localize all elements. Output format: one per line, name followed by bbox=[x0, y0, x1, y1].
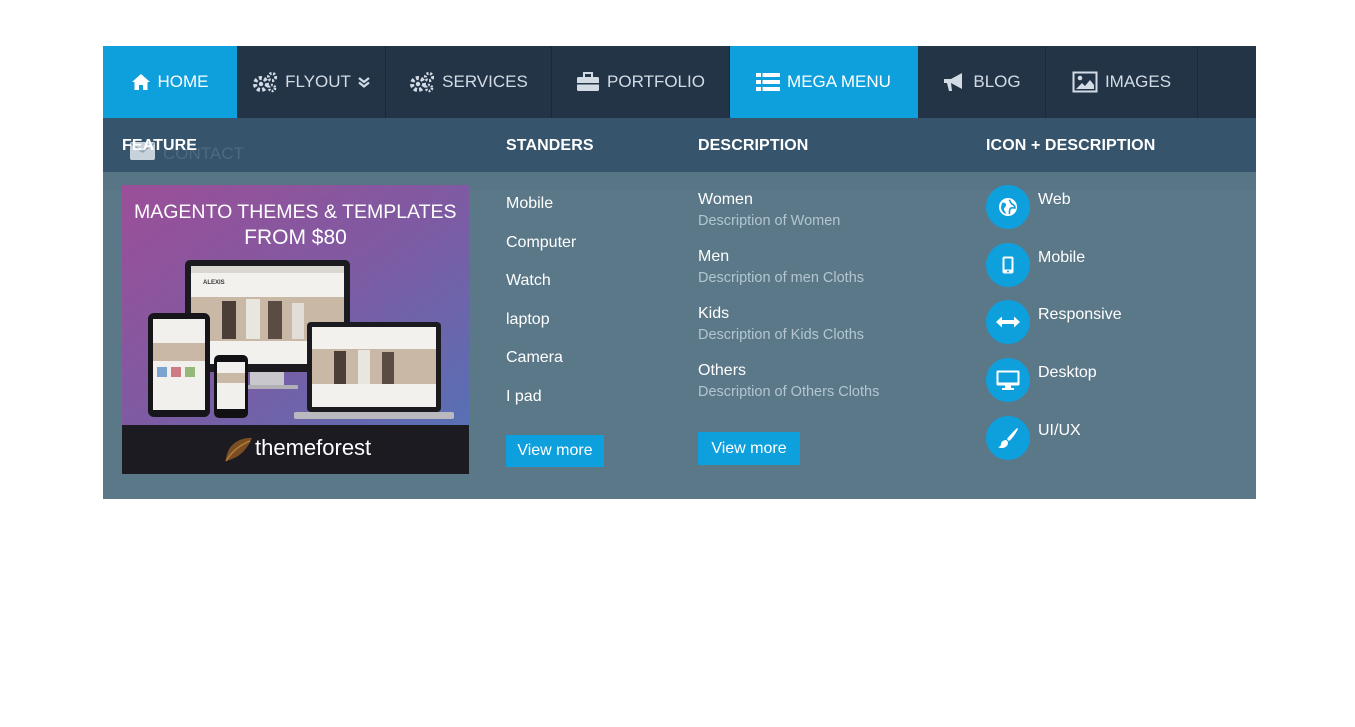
description-text: Description of Kids Cloths bbox=[698, 327, 865, 343]
list-icon bbox=[756, 73, 781, 91]
nav-label-images: IMAGES bbox=[1104, 72, 1172, 91]
standers-link-ipad[interactable]: I pad bbox=[506, 387, 576, 426]
nav-item-services[interactable]: SERVICES bbox=[386, 46, 552, 118]
icon-item-label: UI/UX bbox=[1038, 421, 1081, 439]
globe-icon bbox=[986, 185, 1030, 229]
standers-link-laptop[interactable]: laptop bbox=[506, 310, 576, 349]
icon-item-uiux[interactable]: UI/UX bbox=[986, 415, 1206, 474]
nav-label-mega-menu: MEGA MENU bbox=[787, 72, 891, 91]
banner-line1: MAGENTO THEMES & TEMPLATES bbox=[134, 201, 457, 223]
icon-description-list: Web Mobile Responsive Desktop UI/UX bbox=[986, 185, 1206, 473]
description-title: Others bbox=[698, 362, 747, 379]
standers-list: Mobile Computer Watch laptop Camera I pa… bbox=[506, 194, 576, 426]
banner-brand: themeforest bbox=[255, 435, 371, 460]
column-title-feature: FEATURE bbox=[122, 137, 198, 154]
description-text: Description of men Cloths bbox=[698, 270, 865, 286]
nav-item-blog[interactable]: BLOG bbox=[918, 46, 1046, 118]
description-title: Men bbox=[698, 248, 730, 265]
banner-line2: FROM $80 bbox=[244, 226, 347, 249]
desktop-icon bbox=[986, 358, 1030, 403]
banner-screen-brand: ALEXIS bbox=[203, 280, 225, 286]
double-chevron-down-icon bbox=[358, 76, 370, 88]
mobile-icon bbox=[986, 242, 1030, 287]
standers-link-camera[interactable]: Camera bbox=[506, 348, 576, 387]
nav-item-flyout[interactable]: FLYOUT bbox=[237, 46, 386, 118]
nav-label-portfolio: PORTFOLIO bbox=[607, 72, 705, 91]
bullhorn-icon bbox=[942, 71, 966, 93]
description-item-others[interactable]: Others Description of Others Cloths bbox=[698, 361, 879, 418]
icon-item-label: Web bbox=[1038, 191, 1071, 208]
standers-view-more-button[interactable]: View more bbox=[506, 435, 604, 467]
home-icon bbox=[131, 73, 151, 91]
gears-icon bbox=[409, 71, 435, 93]
standers-link-mobile[interactable]: Mobile bbox=[506, 194, 576, 233]
gears-icon bbox=[252, 71, 278, 93]
icon-item-web[interactable]: Web bbox=[986, 185, 1206, 243]
description-text: Description of Others Cloths bbox=[698, 384, 880, 400]
description-view-more-button[interactable]: View more bbox=[698, 432, 800, 465]
nav-label-services: SERVICES bbox=[442, 72, 528, 91]
icon-item-responsive[interactable]: Responsive bbox=[986, 300, 1206, 358]
column-title-description: DESCRIPTION bbox=[698, 137, 809, 154]
description-item-women[interactable]: Women Description of Women bbox=[698, 190, 879, 247]
description-item-men[interactable]: Men Description of men Cloths bbox=[698, 247, 879, 304]
standers-link-watch[interactable]: Watch bbox=[506, 271, 576, 310]
image-icon bbox=[1072, 71, 1098, 93]
feature-banner-image[interactable]: MAGENTO THEMES & TEMPLATES FROM $80 ALEX… bbox=[122, 185, 469, 474]
paintbrush-icon bbox=[986, 415, 1030, 460]
icon-item-label: Desktop bbox=[1038, 364, 1097, 382]
nav-label-blog: BLOG bbox=[973, 72, 1021, 91]
mega-menu-panel: CONTACT FEATURE STANDERS DESCRIPTION ICO… bbox=[103, 118, 1256, 499]
briefcase-icon bbox=[576, 72, 600, 92]
description-item-kids[interactable]: Kids Description of Kids Cloths bbox=[698, 304, 879, 361]
description-text: Description of Women bbox=[698, 213, 841, 229]
column-title-icon-description: ICON + DESCRIPTION bbox=[986, 137, 1156, 154]
description-title: Women bbox=[698, 191, 753, 208]
nav-label-flyout: FLYOUT bbox=[285, 72, 351, 91]
nav-item-home[interactable]: HOME bbox=[103, 46, 237, 118]
description-title: Kids bbox=[698, 305, 730, 322]
nav-item-mega-menu[interactable]: MEGA MENU bbox=[730, 46, 918, 118]
nav-label-home: HOME bbox=[157, 72, 209, 91]
main-navbar: HOME FLYOUT SERVICES PORTFOLIO MEGA MENU… bbox=[103, 46, 1256, 118]
nav-item-images[interactable]: IMAGES bbox=[1046, 46, 1198, 118]
column-title-standers: STANDERS bbox=[506, 137, 594, 154]
icon-item-label: Responsive bbox=[1038, 306, 1122, 324]
icon-item-desktop[interactable]: Desktop bbox=[986, 358, 1206, 416]
standers-link-computer[interactable]: Computer bbox=[506, 233, 576, 272]
icon-item-label: Mobile bbox=[1038, 248, 1086, 266]
description-list: Women Description of Women Men Descripti… bbox=[698, 190, 879, 418]
icon-item-mobile[interactable]: Mobile bbox=[986, 242, 1206, 301]
arrows-horizontal-icon bbox=[986, 300, 1030, 345]
nav-item-portfolio[interactable]: PORTFOLIO bbox=[552, 46, 730, 118]
